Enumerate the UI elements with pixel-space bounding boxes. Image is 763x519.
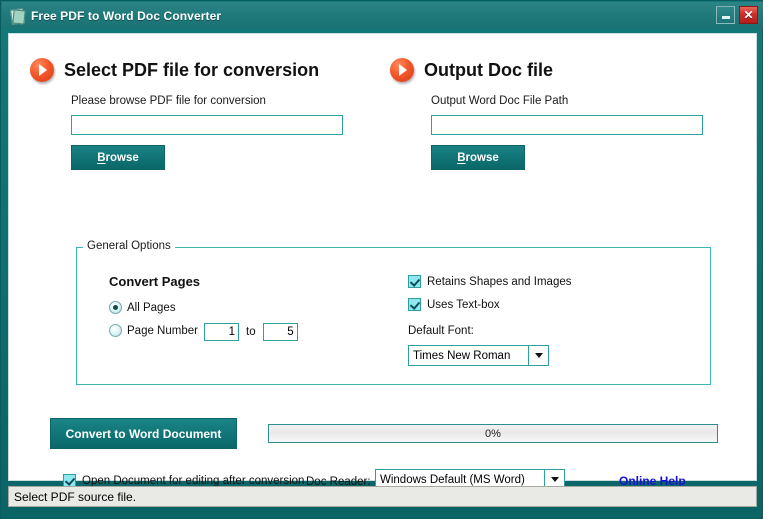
resize-grip-icon[interactable] [742,492,754,504]
checkbox-uses-textbox[interactable]: Uses Text-box [408,298,500,311]
radio-all-pages-label: All Pages [127,301,176,314]
window-controls: ✕ [716,6,758,24]
close-button[interactable]: ✕ [739,6,758,24]
window-title: Free PDF to Word Doc Converter [31,8,222,23]
convert-to-word-button[interactable]: Convert to Word Document [50,418,237,449]
checkbox-open-after-conversion-label: Open Document for editing after conversi… [82,474,305,487]
progress-bar: 0% [268,424,718,443]
output-doc-title: Output Doc file [424,59,553,80]
checkbox-retain-shapes[interactable]: Retains Shapes and Images [408,275,571,288]
output-doc-subtitle: Output Word Doc File Path [431,95,569,107]
general-options-groupbox [76,247,711,385]
pdf-path-input[interactable] [71,115,343,135]
browse-pdf-label: rowse [105,151,139,164]
minimize-button[interactable] [716,6,735,24]
page-range-row: to [204,323,298,341]
checkbox-retain-shapes-box [408,275,421,288]
radio-page-number[interactable]: Page Number [109,324,198,337]
page-range-to-label: to [246,326,256,338]
browse-output-button[interactable]: Browse [431,145,525,170]
convert-pages-title: Convert Pages [109,274,201,289]
checkbox-uses-textbox-label: Uses Text-box [427,298,500,311]
doc-reader-value: Windows Default (MS Word) [380,473,525,486]
radio-all-pages-indicator [109,301,122,314]
select-pdf-subtitle: Please browse PDF file for conversion [71,95,266,107]
orange-play-bullet-icon [30,58,54,82]
default-font-select[interactable]: Times New Roman [408,345,549,366]
page-from-input[interactable] [204,323,239,341]
browse-pdf-button[interactable]: Browse [71,145,165,170]
browse-output-label: rowse [465,151,499,164]
output-doc-section: Output Doc file Output Word Doc File Pat… [390,58,720,170]
default-font-label: Default Font: [408,325,474,337]
select-pdf-heading: Select PDF file for conversion [30,58,360,82]
select-pdf-title: Select PDF file for conversion [64,59,320,80]
default-font-value: Times New Roman [413,349,511,362]
radio-page-number-label: Page Number [127,324,198,337]
convert-to-word-label: Convert to Word Document [65,426,222,441]
status-bar-text: Select PDF source file. [14,489,137,504]
browse-pdf-accel: B [97,151,106,164]
progress-percent-label: 0% [485,427,501,440]
radio-page-number-indicator [109,324,122,337]
minimize-icon [721,16,730,19]
browse-output-accel: B [457,151,466,164]
orange-play-bullet-icon [390,58,414,82]
checkbox-retain-shapes-label: Retains Shapes and Images [427,275,572,288]
client-area: Select PDF file for conversion Please br… [8,33,757,490]
page-to-input[interactable] [262,323,298,341]
title-bar[interactable]: Free PDF to Word Doc Converter ✕ [2,2,763,29]
status-bar: Select PDF source file. [8,486,757,507]
general-options-legend: General Options [83,240,175,252]
close-icon: ✕ [743,7,754,22]
checkbox-uses-textbox-box [408,298,421,311]
chevron-down-icon[interactable] [528,346,548,365]
output-path-input[interactable] [431,115,703,135]
app-document-icon [9,7,26,25]
output-doc-heading: Output Doc file [390,58,720,82]
application-window: Free PDF to Word Doc Converter ✕ Select … [0,0,763,519]
select-pdf-section: Select PDF file for conversion Please br… [30,58,360,170]
radio-all-pages[interactable]: All Pages [109,301,176,314]
